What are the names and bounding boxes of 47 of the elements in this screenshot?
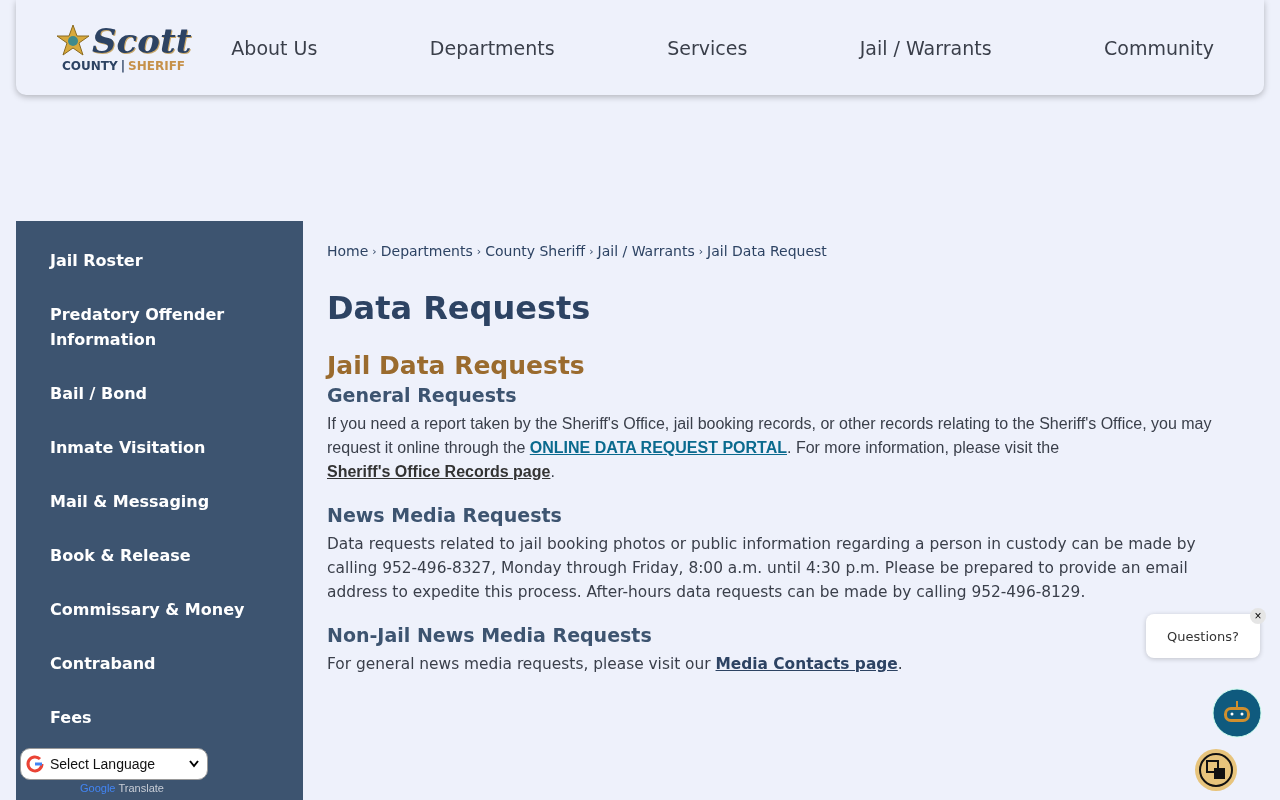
paragraph: For general news media requests, please visit our Media Contacts page. bbox=[327, 654, 904, 675]
logo-wordmark[interactable]: Scott bbox=[92, 22, 192, 59]
text-link[interactable]: Sheriff's Office Records page bbox=[327, 463, 551, 480]
chevron-down-icon bbox=[189, 760, 199, 768]
nav-link[interactable]: Jail / Warrants bbox=[849, 30, 1002, 65]
sidebar-item[interactable]: Jail Roster bbox=[16, 239, 303, 282]
sidebar-item[interactable]: Book & Release bbox=[16, 534, 303, 577]
google-g-icon bbox=[25, 754, 45, 774]
breadcrumb-separator: › bbox=[372, 244, 377, 258]
star-badge-icon bbox=[56, 23, 90, 58]
section-heading: General Requests bbox=[327, 384, 517, 406]
sidebar-item[interactable]: Fees bbox=[16, 696, 303, 739]
nav-link[interactable]: Departments bbox=[419, 30, 565, 65]
nav-link[interactable]: Community bbox=[1094, 30, 1224, 65]
google-wordmark: Google bbox=[80, 782, 116, 794]
paragraph: If you need a report taken by the Sheriff's Office, jail booking records, or other records relating to the Sheriff's Office, you may request it online through the ONLINE DATA REQUEST PORTAL. For more information, please visit the Sheriff's Office Records page. bbox=[327, 414, 1213, 482]
language-select[interactable]: Select Language bbox=[20, 748, 208, 780]
breadcrumb-separator: › bbox=[476, 244, 482, 258]
page-title: Data Requests bbox=[327, 289, 592, 327]
text-link[interactable]: Media Contacts page bbox=[715, 655, 898, 673]
breadcrumb-separator: › bbox=[698, 244, 704, 258]
section-heading: Non-Jail News Media Requests bbox=[327, 624, 652, 646]
breadcrumb-link[interactable]: Home bbox=[327, 243, 369, 259]
sidebar-item[interactable]: Predatory Offender Information bbox=[16, 293, 303, 361]
logo-county: COUNTY bbox=[62, 58, 118, 73]
sidebar-item[interactable]: Bail / Bond bbox=[16, 372, 303, 415]
text-link[interactable]: ONLINE DATA REQUEST PORTAL bbox=[529, 439, 787, 456]
nav-link[interactable]: About Us bbox=[221, 30, 328, 65]
sidebar-item[interactable]: Inmate Visitation bbox=[16, 426, 303, 469]
sidebar-item[interactable]: Mail & Messaging bbox=[16, 480, 303, 523]
breadcrumb-link[interactable]: County Sheriff bbox=[485, 243, 586, 259]
logo-sheriff: SHERIFF bbox=[128, 58, 186, 73]
section-title: Jail Data Requests bbox=[327, 351, 586, 380]
breadcrumb-separator: › bbox=[589, 244, 594, 258]
paragraph: Data requests related to jail booking photos or public information regarding a person in custody can be made by calling 952-496-8327, Monday through Friday, 8:00 a.m. until 4:30 p.m. Please be prepared to provide an email address to expedite this process. After-hours data requests can be made by calling 952-496-8129. bbox=[327, 534, 1197, 603]
breadcrumb-link[interactable]: Jail / Warrants bbox=[597, 243, 695, 259]
translate-label: Translate bbox=[118, 782, 164, 794]
logo-divider: | bbox=[120, 58, 126, 73]
robot-icon[interactable] bbox=[1212, 688, 1262, 738]
sidebar-item[interactable]: Commissary & Money bbox=[16, 588, 303, 631]
translate-icon[interactable] bbox=[1194, 748, 1238, 792]
section-heading: News Media Requests bbox=[327, 504, 562, 526]
nav-link[interactable]: Services bbox=[657, 30, 758, 65]
breadcrumb-link[interactable]: Departments bbox=[380, 243, 473, 259]
breadcrumb-link[interactable]: Jail Data Request bbox=[707, 243, 827, 259]
sidebar-item[interactable]: Contraband bbox=[16, 642, 303, 685]
close-button[interactable]: × bbox=[1250, 608, 1266, 624]
